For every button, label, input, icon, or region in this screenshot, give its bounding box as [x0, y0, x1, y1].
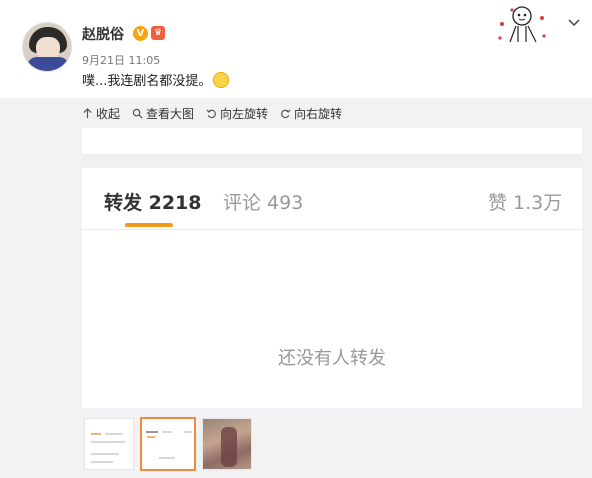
collapse-button[interactable]: 收起: [82, 104, 120, 122]
collapse-arrow-icon: [83, 107, 92, 118]
post-text-content: 噗...我连剧名都没提。: [82, 74, 212, 89]
image-tab-like: 赞 1.3万: [488, 192, 563, 214]
collapse-label: 收起: [96, 106, 121, 121]
thumbnail-1[interactable]: [84, 418, 134, 470]
thumbnail-strip: [84, 417, 252, 471]
avatar[interactable]: [22, 22, 72, 72]
image-empty-message: 还没有人转发: [278, 348, 386, 369]
image-tab-repost: 转发 2218: [104, 192, 202, 214]
image-tab-comment: 评论 493: [223, 192, 304, 214]
rotate-left-icon: [206, 108, 216, 118]
post-timestamp[interactable]: 9月21日 11:05: [82, 52, 160, 68]
rotate-right-button[interactable]: 向右旋转: [280, 104, 342, 122]
view-large-label: 查看大图: [146, 106, 195, 121]
chevron-down-icon[interactable]: [566, 14, 582, 30]
member-crown-icon[interactable]: ♛: [151, 26, 165, 40]
image-toolbar: 收起 查看大图 向左旋转 向右旋转: [82, 104, 342, 122]
image-tab-underline: [125, 223, 173, 227]
rotate-left-label: 向左旋转: [220, 106, 269, 121]
image-divider: [82, 229, 582, 230]
verified-badge-icon[interactable]: V: [133, 26, 148, 41]
thumbnail-3[interactable]: [202, 418, 252, 470]
decorative-sticker-icon: [498, 6, 546, 43]
thumbnail-2-selected[interactable]: [140, 417, 196, 471]
expanded-post-image[interactable]: 转发 2218 评论 493 赞 1.3万 还没有人转发: [82, 128, 582, 408]
view-large-button[interactable]: 查看大图: [132, 104, 194, 122]
rotate-right-label: 向右旋转: [294, 106, 343, 121]
post-header: 赵脱俗 V ♛ 9月21日 11:05 噗...我连剧名都没提。: [0, 0, 592, 98]
rotate-left-button[interactable]: 向左旋转: [206, 104, 268, 122]
magnifier-icon: [132, 108, 143, 119]
username[interactable]: 赵脱俗: [82, 24, 124, 44]
image-gray-band: [82, 154, 582, 168]
rotate-right-icon: [281, 108, 291, 118]
post-text: 噗...我连剧名都没提。: [82, 70, 230, 89]
laughing-emoji-icon: [213, 72, 230, 88]
